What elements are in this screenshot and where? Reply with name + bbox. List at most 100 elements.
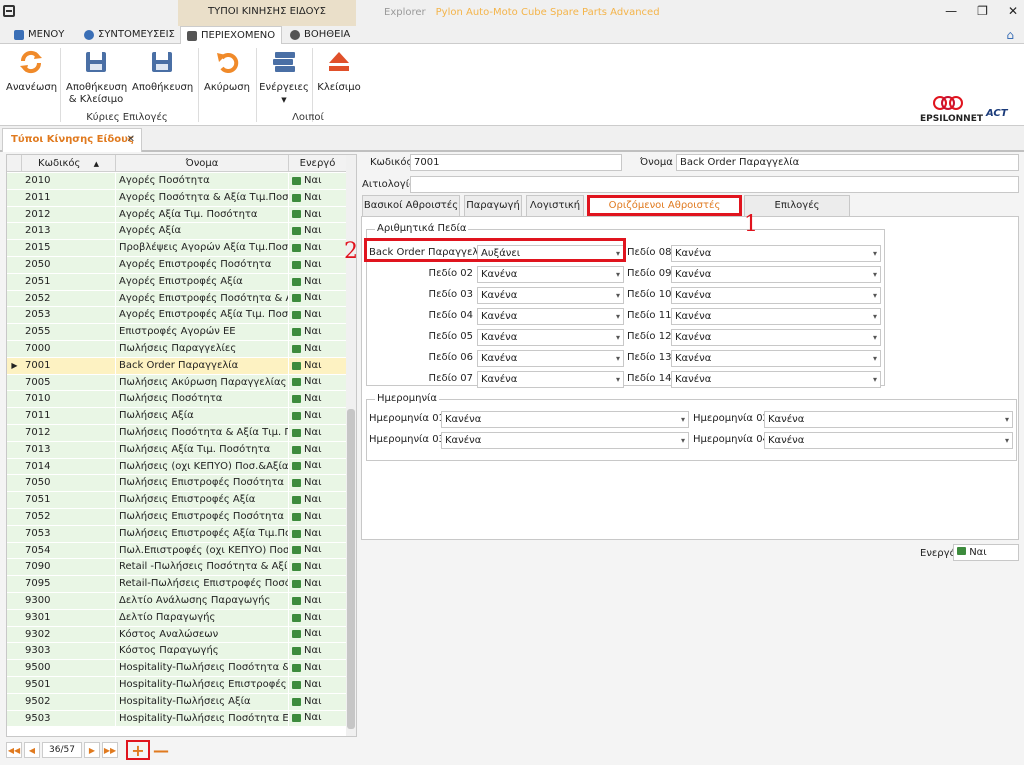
column-header-code[interactable]: Κωδικός ▲ — [22, 155, 116, 172]
add-record-button[interactable]: + — [126, 740, 150, 760]
tab-content[interactable]: ΠΕΡΙΕΧΟΜΕΝΟ — [180, 26, 283, 44]
column-header-active[interactable]: Ενεργό — [289, 155, 347, 172]
remove-record-button[interactable]: — — [152, 741, 170, 760]
numeric-field-select[interactable]: Κανένα — [671, 266, 881, 283]
table-row[interactable]: 7012 Πωλήσεις Ποσότητα & Αξία Τιμ. Π... Να… — [7, 424, 347, 442]
grid-pager: ◀◀ ◀ 36/57 ▶ ▶▶ + — — [6, 740, 170, 760]
table-row[interactable]: ▶ 7001 Back Order Παραγγελία Ναι — [7, 357, 347, 375]
doc-tab-movement-types[interactable]: Τύποι Κίνησης Είδους ✕ — [2, 128, 142, 152]
tab-print-options[interactable]: Επιλογές Εκτύπωσης — [744, 195, 850, 231]
table-row[interactable]: 2013 Αγορές Αξία Ναι — [7, 223, 347, 241]
reason-field[interactable] — [410, 176, 1019, 193]
cell-active: Ναι — [289, 375, 347, 391]
thumb-up-icon — [292, 462, 301, 471]
table-row[interactable]: 7000 Πωλήσεις Παραγγελίες Ναι — [7, 340, 347, 358]
table-row[interactable]: 7050 Πωλήσεις Επιστροφές Ποσότητα Ναι — [7, 475, 347, 493]
numeric-field-select[interactable]: Κανένα — [477, 371, 624, 388]
table-row[interactable]: 7011 Πωλήσεις Αξία Ναι — [7, 408, 347, 425]
cell-active-value: Ναι — [304, 460, 322, 472]
numeric-field-select[interactable]: Κανένα — [671, 308, 881, 325]
close-button[interactable]: Κλείσιμο — [316, 48, 362, 94]
cell-name: Πωλήσεις Ακύρωση Παραγγελίας — [116, 374, 289, 391]
date-field-select[interactable]: Κανένα — [441, 432, 689, 449]
table-row[interactable]: 7051 Πωλήσεις Επιστροφές Αξία Ναι — [7, 492, 347, 509]
table-row[interactable]: 7052 Πωλήσεις Επιστροφές Ποσότητα ... Ναι — [7, 508, 347, 526]
date-field-select[interactable]: Κανένα — [764, 432, 1013, 449]
table-row[interactable]: 7090 Retail -Πωλήσεις Ποσότητα & Αξία... Ν… — [7, 559, 347, 577]
table-row[interactable]: 9500 Hospitality-Πωλήσεις Ποσότητα & ... Ν… — [7, 660, 347, 677]
active-field[interactable]: Ναι — [953, 544, 1019, 561]
table-row[interactable]: 7053 Πωλήσεις Επιστροφές Αξία Τιμ.Πο... Να… — [7, 525, 347, 543]
date-field-select[interactable]: Κανένα — [764, 411, 1013, 428]
save-button[interactable]: Αποθήκευση — [132, 48, 193, 94]
date-field-label: Ημερομηνία 04 — [693, 434, 769, 445]
date-field-select[interactable]: Κανένα — [441, 411, 689, 428]
save-close-button[interactable]: Αποθήκευση & Κλείσιμο — [66, 48, 127, 106]
table-row[interactable]: 9303 Κόστος Παραγωγής Ναι — [7, 643, 347, 661]
table-row[interactable]: 2015 Προβλέψεις Αγορών Αξία Τιμ.Ποσό... Να… — [7, 240, 347, 257]
scrollbar-thumb[interactable] — [347, 409, 355, 729]
numeric-field-select[interactable]: Κανένα — [671, 287, 881, 304]
thumb-up-icon — [292, 277, 301, 286]
table-row[interactable]: 7010 Πωλήσεις Ποσότητα Ναι — [7, 391, 347, 409]
numeric-field-select[interactable]: Κανένα — [477, 308, 624, 325]
numeric-field-select[interactable]: Κανένα — [671, 350, 881, 367]
table-row[interactable]: 2051 Αγορές Επιστροφές Αξία Ναι — [7, 273, 347, 291]
numeric-field-select[interactable]: Κανένα — [671, 245, 881, 262]
thumb-up-icon — [292, 395, 301, 404]
table-row[interactable]: 9502 Hospitality-Πωλήσεις Αξία Ναι — [7, 693, 347, 711]
cell-active: Ναι — [289, 324, 347, 340]
tab-production[interactable]: Παραγωγή — [464, 195, 522, 216]
tab-menu[interactable]: ΜΕΝΟΥ — [14, 26, 64, 44]
last-page-icon[interactable]: ▶▶ — [102, 742, 118, 758]
tab-user-totals[interactable]: Οριζόμενοι Αθροιστές Χρήστη — [587, 195, 742, 227]
table-row[interactable]: 7095 Retail-Πωλήσεις Επιστροφές Ποσό... Να… — [7, 576, 347, 593]
cell-active-value: Ναι — [304, 359, 322, 371]
table-row[interactable]: 2055 Επιστροφές Αγορών ΕΕ Ναι — [7, 324, 347, 341]
minimize-icon[interactable]: — — [945, 4, 957, 18]
tab-help[interactable]: ΒΟΗΘΕΙΑ — [290, 26, 350, 44]
table-row[interactable]: 7005 Πωλήσεις Ακύρωση Παραγγελίας Ναι — [7, 374, 347, 392]
table-row[interactable]: 2012 Αγορές Αξία Τιμ. Ποσότητα Ναι — [7, 206, 347, 224]
table-row[interactable]: 2011 Αγορές Ποσότητα & Αξία Τιμ.Ποσ... Ναι — [7, 189, 347, 207]
numeric-field-label: Πεδίο 07 — [428, 373, 473, 384]
numeric-field-select[interactable]: Κανένα — [671, 371, 881, 388]
table-row[interactable]: 7013 Πωλήσεις Αξία Τιμ. Ποσότητα Ναι — [7, 441, 347, 459]
cell-name: Πωλήσεις Επιστροφές Ποσότητα ... — [116, 508, 289, 525]
numeric-field-select[interactable]: Κανένα — [477, 287, 624, 304]
table-row[interactable]: 9301 Δελτίο Παραγωγής Ναι — [7, 609, 347, 627]
restore-icon[interactable]: ❐ — [977, 4, 988, 18]
prev-page-icon[interactable]: ◀ — [24, 742, 40, 758]
cell-active: Ναι — [289, 442, 347, 458]
table-row[interactable]: 2010 Αγορές Ποσότητα Ναι — [7, 173, 347, 190]
name-field[interactable]: Back Order Παραγγελία — [676, 154, 1019, 171]
table-row[interactable]: 9300 Δελτίο Ανάλωσης Παραγωγής Ναι — [7, 592, 347, 610]
home-icon[interactable]: ⌂ — [1006, 28, 1014, 42]
cell-name: Hospitality-Πωλήσεις Ποσότητα & ... — [116, 660, 289, 676]
numeric-field-select[interactable]: Κανένα — [671, 329, 881, 346]
actions-button[interactable]: Ενέργειες ▼ — [258, 48, 310, 106]
close-tab-icon[interactable]: ✕ — [127, 129, 135, 151]
first-page-icon[interactable]: ◀◀ — [6, 742, 22, 758]
table-row[interactable]: 2050 Αγορές Επιστροφές Ποσότητα Ναι — [7, 256, 347, 274]
table-row[interactable]: 7014 Πωλήσεις (οχι ΚΕΠΥΟ) Ποσ.&Αξία ... Να… — [7, 458, 347, 476]
app-icon[interactable] — [3, 5, 15, 17]
numeric-field-select[interactable]: Κανένα — [477, 266, 624, 283]
table-row[interactable]: 2052 Αγορές Επιστροφές Ποσότητα & Α... Ναι — [7, 290, 347, 308]
code-field[interactable]: 7001 — [410, 154, 622, 171]
table-row[interactable]: 7054 Πωλ.Επιστροφές (οχι ΚΕΠΥΟ) Ποσ... Ναι — [7, 542, 347, 560]
column-header-name[interactable]: Όνομα — [116, 155, 289, 172]
numeric-field-select[interactable]: Κανένα — [477, 329, 624, 346]
table-row[interactable]: 9501 Hospitality-Πωλήσεις Επιστροφές ... Ν… — [7, 676, 347, 694]
next-page-icon[interactable]: ▶ — [84, 742, 100, 758]
refresh-button[interactable]: Ανανέωση — [6, 48, 57, 94]
tab-shortcuts[interactable]: ΣΥΝΤΟΜΕΥΣΕΙΣ — [84, 26, 175, 44]
table-row[interactable]: 9503 Hospitality-Πωλήσεις Ποσότητα Επ... Ν… — [7, 710, 347, 728]
close-icon[interactable]: ✕ — [1008, 4, 1018, 18]
numeric-field-select[interactable]: Κανένα — [477, 350, 624, 367]
table-row[interactable]: 9302 Κόστος Αναλώσεων Ναι — [7, 626, 347, 644]
tab-basic-totals[interactable]: Βασικοί Αθροιστές — [362, 195, 460, 216]
tab-accounting[interactable]: Λογιστική — [526, 195, 584, 216]
table-row[interactable]: 2053 Αγορές Επιστροφές Αξία Τιμ. Ποσ... Να… — [7, 307, 347, 325]
cancel-button[interactable]: Ακύρωση — [202, 48, 252, 94]
